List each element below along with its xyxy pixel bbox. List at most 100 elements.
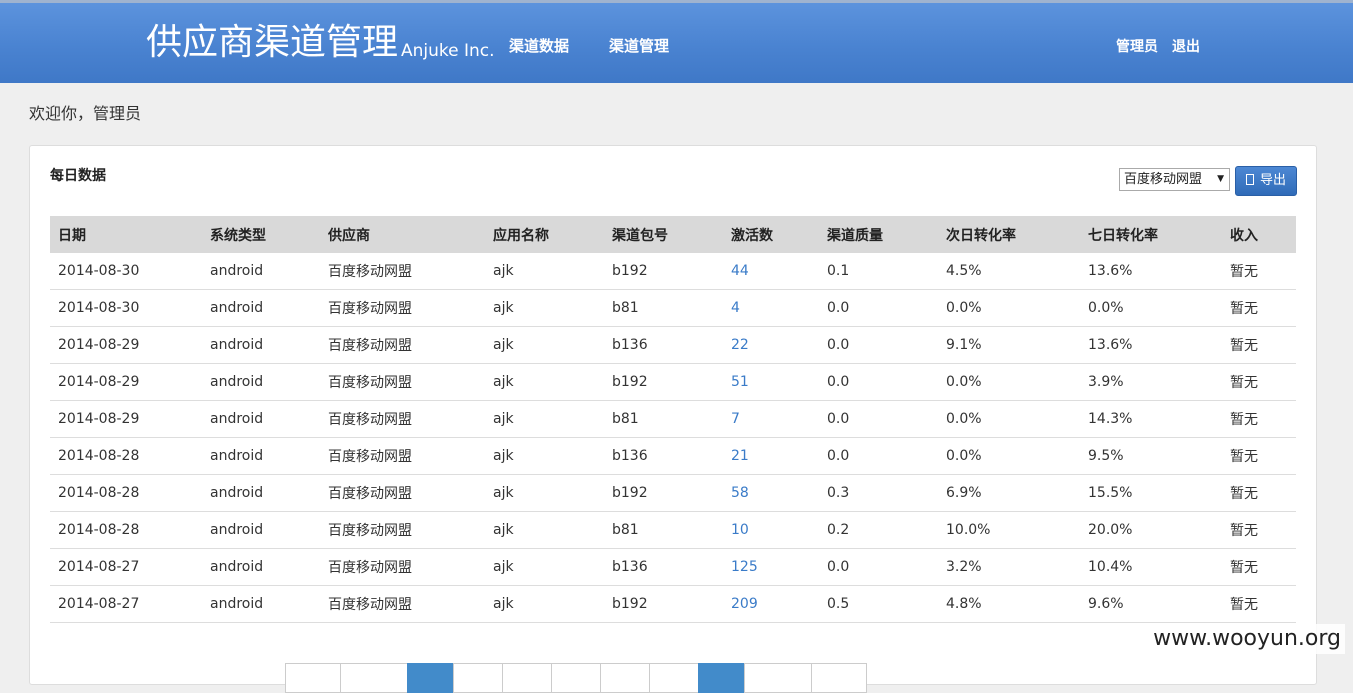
activation-count-link[interactable]: 58 — [731, 485, 749, 501]
user-name-link[interactable]: 管理员 — [1116, 37, 1158, 57]
table-row: 2014-08-27 android 百度移动网盟 ajk b192 209 0.5 4.8%… — [50, 585, 1296, 623]
page-link[interactable] — [453, 663, 503, 693]
table-body: 2014-08-30 android 百度移动网盟 ajk b192 44 0.1 4.5% 1… — [50, 253, 1296, 623]
page-link[interactable] — [600, 663, 650, 693]
table-cell: 暂无 — [1222, 253, 1296, 290]
column-header: 次日转化率 — [938, 216, 1080, 253]
column-header: 激活数 — [723, 216, 819, 253]
table-cell: 暂无 — [1222, 400, 1296, 438]
table-row: 2014-08-30 android 百度移动网盟 ajk b192 44 0.1 4.5% 1… — [50, 253, 1296, 290]
activation-count-link[interactable]: 44 — [731, 263, 749, 279]
table-cell: 百度移动网盟 — [320, 326, 485, 364]
table-cell: 百度移动网盟 — [320, 511, 485, 549]
table-cell: 百度移动网盟 — [320, 289, 485, 327]
table-cell: 百度移动网盟 — [320, 548, 485, 586]
column-header: 渠道包号 — [604, 216, 723, 253]
activation-count-link[interactable]: 21 — [731, 448, 749, 464]
page-link-active[interactable] — [407, 663, 454, 693]
table-cell: android — [202, 474, 320, 512]
table-cell: 13.6% — [1080, 326, 1222, 364]
table-cell: 21 — [723, 437, 819, 475]
chevron-down-icon: ▼ — [1217, 174, 1224, 184]
table-cell: 3.2% — [938, 548, 1080, 586]
table-row: 2014-08-29 android 百度移动网盟 ajk b81 7 0.0 0.0% 14.… — [50, 400, 1296, 438]
table-cell: 0.0 — [819, 363, 938, 401]
table-cell: 2014-08-27 — [50, 548, 202, 586]
table-cell: 22 — [723, 326, 819, 364]
table-cell: b192 — [604, 253, 723, 290]
table-cell: 暂无 — [1222, 585, 1296, 623]
table-cell: b136 — [604, 548, 723, 586]
activation-count-link[interactable]: 10 — [731, 522, 749, 538]
welcome-message: 欢迎你，管理员 — [29, 104, 142, 123]
page-link[interactable] — [502, 663, 552, 693]
column-header: 收入 — [1222, 216, 1296, 253]
table-cell: 0.0 — [819, 289, 938, 327]
page-link[interactable] — [811, 663, 867, 693]
table-cell: 2014-08-27 — [50, 585, 202, 623]
table-row: 2014-08-28 android 百度移动网盟 ajk b136 21 0.0 0.0% 9… — [50, 437, 1296, 475]
panel-title: 每日数据 — [50, 168, 106, 184]
activation-count-link[interactable]: 51 — [731, 374, 749, 390]
page-link[interactable] — [551, 663, 601, 693]
table-cell: 百度移动网盟 — [320, 474, 485, 512]
table-cell: 2014-08-29 — [50, 363, 202, 401]
table-cell: 百度移动网盟 — [320, 253, 485, 290]
table-cell: 9.6% — [1080, 585, 1222, 623]
activation-count-link[interactable]: 209 — [731, 596, 758, 612]
table-cell: android — [202, 400, 320, 438]
logout-link[interactable]: 退出 — [1172, 37, 1200, 57]
table-cell: 2014-08-28 — [50, 474, 202, 512]
table-cell: 暂无 — [1222, 474, 1296, 512]
page-link[interactable] — [285, 663, 341, 693]
table-cell: 14.3% — [1080, 400, 1222, 438]
supplier-select-value: 百度移动网盟 — [1124, 172, 1203, 187]
activation-count-link[interactable]: 125 — [731, 559, 758, 575]
table-cell: 9.1% — [938, 326, 1080, 364]
table-cell: ajk — [485, 548, 604, 586]
page-link-active[interactable] — [698, 663, 745, 693]
table-cell: android — [202, 253, 320, 290]
table-cell: ajk — [485, 511, 604, 549]
table-row: 2014-08-28 android 百度移动网盟 ajk b192 58 0.3 6.9% 1… — [50, 474, 1296, 512]
table-header-row: 日期 系统类型 供应商 应用名称 渠道包号 激活数 渠道质量 次日转化率 七日转… — [50, 216, 1296, 253]
table-cell: 51 — [723, 363, 819, 401]
table-cell: 58 — [723, 474, 819, 512]
company-name: Anjuke Inc. — [401, 41, 495, 61]
page-link[interactable] — [649, 663, 699, 693]
export-button[interactable]: 导出 — [1235, 166, 1297, 196]
table-cell: 2014-08-29 — [50, 326, 202, 364]
column-header: 系统类型 — [202, 216, 320, 253]
table-cell: 20.0% — [1080, 511, 1222, 549]
nav-channel-data[interactable]: 渠道数据 — [509, 35, 569, 57]
table-cell: android — [202, 548, 320, 586]
table-cell: 暂无 — [1222, 326, 1296, 364]
table-cell: b81 — [604, 511, 723, 549]
table-cell: 44 — [723, 253, 819, 290]
page-link[interactable] — [744, 663, 812, 693]
table-cell: 13.6% — [1080, 253, 1222, 290]
table-cell: 2014-08-28 — [50, 511, 202, 549]
table-cell: 0.3 — [819, 474, 938, 512]
activation-count-link[interactable]: 22 — [731, 337, 749, 353]
page-link[interactable] — [340, 663, 408, 693]
column-header: 七日转化率 — [1080, 216, 1222, 253]
table-cell: 0.5 — [819, 585, 938, 623]
table-cell: 125 — [723, 548, 819, 586]
nav-channel-management[interactable]: 渠道管理 — [609, 35, 669, 57]
table-cell: b136 — [604, 326, 723, 364]
table-cell: 0.0 — [819, 548, 938, 586]
table-cell: 10 — [723, 511, 819, 549]
table-cell: android — [202, 511, 320, 549]
table-cell: 3.9% — [1080, 363, 1222, 401]
table-cell: 6.9% — [938, 474, 1080, 512]
table-cell: 2014-08-30 — [50, 289, 202, 327]
supplier-select[interactable]: 百度移动网盟 ▼ — [1119, 168, 1230, 191]
column-header: 日期 — [50, 216, 202, 253]
table-cell: 0.0% — [938, 437, 1080, 475]
activation-count-link[interactable]: 4 — [731, 300, 740, 316]
app-title[interactable]: 供应商渠道管理 — [146, 21, 398, 65]
activation-count-link[interactable]: 7 — [731, 411, 740, 427]
table-cell: 0.0% — [1080, 289, 1222, 327]
table-cell: 2014-08-28 — [50, 437, 202, 475]
